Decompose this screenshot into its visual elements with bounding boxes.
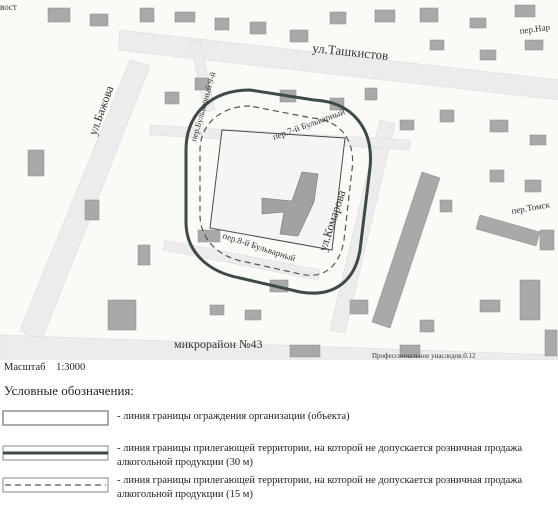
- legend-text-30m: - линия границы прилегающей территории, …: [117, 443, 523, 468]
- building: [429, 39, 445, 51]
- scale: Масштаб 1:3000: [4, 362, 93, 373]
- building: [419, 319, 435, 333]
- legend-symbol-15m: [2, 477, 109, 493]
- building: [469, 17, 487, 29]
- building: [479, 299, 501, 313]
- legend-text-fence: - линия границы ограждения организации (…: [117, 411, 350, 422]
- building: [27, 149, 45, 177]
- scale-value: 1:3000: [56, 362, 86, 373]
- building: [174, 11, 196, 23]
- building: [489, 169, 505, 183]
- building: [164, 91, 180, 105]
- building: [524, 39, 544, 51]
- building: [479, 49, 497, 61]
- building: [89, 13, 109, 27]
- scale-label: Масштаб: [4, 362, 46, 373]
- building: [399, 119, 415, 131]
- building: [249, 21, 267, 35]
- building: [514, 4, 536, 18]
- building: [529, 134, 547, 146]
- building: [524, 179, 542, 193]
- building: [209, 304, 225, 316]
- watermark: Профессиональное унаследов.0.12: [372, 352, 476, 360]
- legend-symbol-fence: [2, 410, 109, 426]
- building: [329, 11, 347, 25]
- building: [47, 7, 71, 23]
- legend-text-15m: - линия границы прилегающей территории, …: [117, 475, 523, 500]
- building: [544, 329, 558, 357]
- district-label: микрорайон №43: [174, 337, 262, 351]
- building: [364, 87, 378, 101]
- legend-symbol-30m: [2, 445, 109, 461]
- street-label-vost: вост: [0, 2, 17, 12]
- building: [519, 279, 541, 321]
- building: [289, 29, 309, 43]
- legend-item-15m: - линия границы прилегающей территории, …: [0, 474, 558, 514]
- building: [289, 344, 321, 358]
- building: [419, 7, 439, 23]
- building: [374, 9, 396, 23]
- building: [214, 17, 230, 31]
- map: ул.Ташкистов ул.Бажова ул.Комарова пер.Б…: [0, 0, 558, 360]
- building: [137, 244, 151, 266]
- building: [489, 119, 509, 133]
- building: [539, 229, 555, 251]
- building: [439, 199, 453, 213]
- building: [439, 109, 455, 123]
- building: [84, 199, 100, 221]
- building: [107, 299, 137, 331]
- building: [244, 309, 262, 321]
- building: [197, 229, 221, 243]
- building: [139, 7, 155, 23]
- legend-title: Условные обозначения:: [4, 383, 135, 398]
- building: [349, 299, 369, 315]
